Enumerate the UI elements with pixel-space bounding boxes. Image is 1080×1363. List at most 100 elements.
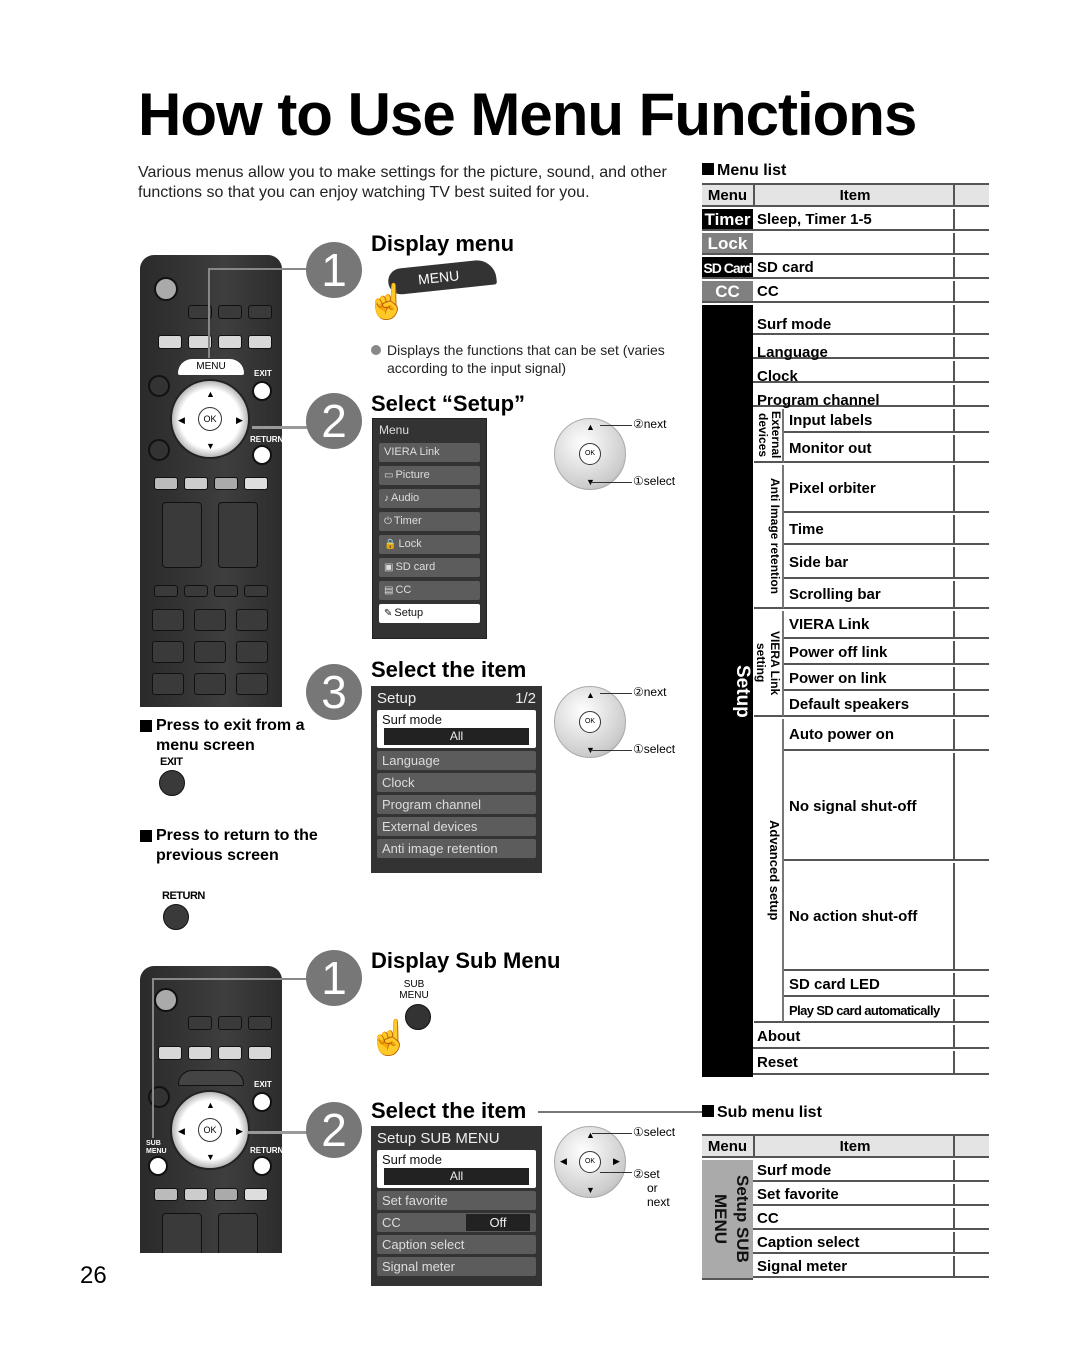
item-cell: Power off link xyxy=(789,644,888,661)
extra-cell xyxy=(953,257,989,277)
menu-osd-item-label: VIERA Link xyxy=(384,446,440,458)
remote-key xyxy=(184,477,208,490)
sub-menu-osd: Setup SUB MENU Surf mode All Set favorit… xyxy=(371,1126,542,1286)
extra-cell xyxy=(953,361,989,381)
setup-osd-item[interactable]: Program channel xyxy=(377,795,536,814)
item-cell: Power on link xyxy=(789,670,887,687)
remote-key xyxy=(244,585,268,597)
menu-osd-item[interactable]: ▭ Picture xyxy=(379,466,480,485)
hand-pointer-icon: ☝ xyxy=(366,283,409,321)
return-button-icon xyxy=(163,904,189,930)
group-label: VIERA Link setting xyxy=(754,611,784,717)
selected-item[interactable]: Surf mode All xyxy=(377,1150,536,1188)
square-bullet-icon xyxy=(702,1105,714,1117)
table-row: Menu Item xyxy=(702,185,989,207)
menu-name-cell: CC xyxy=(702,281,753,301)
setup-osd-item[interactable]: Clock xyxy=(377,773,536,792)
leader-line xyxy=(538,1111,704,1113)
setup-osd-item[interactable]: External devices xyxy=(377,817,536,836)
menu-name-cell: SD Card xyxy=(702,257,753,277)
menu-osd-item[interactable]: ⏻ Timer xyxy=(379,512,480,531)
menu-osd-item-label: Picture xyxy=(395,469,430,481)
sub-osd-item[interactable]: Caption select xyxy=(377,1235,536,1254)
item-cell: Time xyxy=(789,521,824,538)
bullet-icon xyxy=(371,345,381,355)
osd-title: Setup xyxy=(377,690,417,707)
selected-item[interactable]: Surf mode All xyxy=(377,710,536,748)
menu-name-cell: Timer xyxy=(702,209,753,229)
volume-key xyxy=(162,502,202,568)
selected-item-value[interactable]: All xyxy=(384,728,529,745)
table-row: Auto power on xyxy=(784,719,989,751)
return-key xyxy=(252,445,272,465)
remote-key xyxy=(214,477,238,490)
sub-osd-item-value: Off xyxy=(466,1214,530,1231)
sub-step-2-badge: 2 xyxy=(306,1102,362,1158)
item-cell: Auto power on xyxy=(789,726,894,743)
setup-osd-item[interactable]: Anti image retention xyxy=(377,839,536,858)
extra-cell xyxy=(953,1232,989,1252)
sub-menu-list-heading: Sub menu list xyxy=(702,1104,822,1122)
number-key xyxy=(152,609,184,631)
sub-osd-item-label: Caption select xyxy=(382,1237,465,1252)
next-note: ②next xyxy=(633,685,667,699)
return-note: Press to return to the previous screen xyxy=(140,826,320,866)
sub-step-1-badge: 1 xyxy=(306,950,362,1006)
menu-osd-item[interactable]: ✎ Setup xyxy=(379,604,480,623)
setup-icon: ✎ xyxy=(384,608,393,619)
extra-cell xyxy=(953,409,989,431)
set-or-next-note: ②set or next xyxy=(633,1167,670,1209)
menu-osd-item[interactable]: ▣ SD card xyxy=(379,558,480,577)
group-label: Anti Image retention xyxy=(754,465,784,609)
extra-cell xyxy=(953,667,989,689)
menu-osd-item[interactable]: ▤ CC xyxy=(379,581,480,600)
select-note: ①select xyxy=(633,742,676,756)
ok-key: OK xyxy=(579,1151,601,1173)
square-bullet-icon xyxy=(702,163,714,175)
cursor-wheel: OK ▲ ▼ xyxy=(554,418,626,490)
volume-key xyxy=(162,1213,202,1253)
number-key xyxy=(152,641,184,663)
cursor-wheel: OK ▲ ▼ xyxy=(554,686,626,758)
leader-line xyxy=(600,425,632,426)
page-title: How to Use Menu Functions xyxy=(138,81,917,148)
col-header-item: Item xyxy=(839,187,871,204)
item-cell: About xyxy=(757,1028,801,1045)
col-header-menu: Menu xyxy=(702,185,755,205)
ok-key: OK xyxy=(198,407,222,431)
item-cell: CC xyxy=(757,283,779,300)
menu-osd-item[interactable]: ♪ Audio xyxy=(379,489,480,508)
sub-osd-item[interactable]: CC Off xyxy=(377,1213,536,1232)
exit-button-icon xyxy=(159,770,185,796)
remote-key xyxy=(244,477,268,490)
menu-list-heading: Menu list xyxy=(702,162,786,180)
extra-cell xyxy=(953,1184,989,1204)
extra-cell xyxy=(953,863,989,969)
sub-osd-item[interactable]: Signal meter xyxy=(377,1257,536,1276)
sub-menu-key xyxy=(148,1156,168,1176)
table-row: No action shut-off xyxy=(784,863,989,971)
menu-osd-item-label: Timer xyxy=(393,515,422,527)
number-key xyxy=(236,641,268,663)
extra-cell xyxy=(953,1160,989,1180)
setup-osd-item[interactable]: Language xyxy=(377,751,536,770)
item-cell: Side bar xyxy=(789,554,849,571)
step-3-badge: 3 xyxy=(306,664,362,720)
exit-note: Press to exit from a menu screen xyxy=(140,716,320,756)
item-cell: Caption select xyxy=(757,1234,860,1251)
sub-menu-list-table: Menu Item Surf mode Set favorite CC Caption s… xyxy=(702,1134,989,1280)
menu-osd-item[interactable]: 🔒 Lock xyxy=(379,535,480,554)
extra-cell xyxy=(953,581,989,607)
menu-key: MENU xyxy=(178,359,244,375)
item-cell: CC xyxy=(757,1210,779,1227)
sub-osd-item[interactable]: Set favorite xyxy=(377,1191,536,1210)
step-2-badge: 2 xyxy=(306,393,362,449)
exit-label: EXIT xyxy=(254,369,272,378)
item-cell: SD card LED xyxy=(789,976,880,993)
menu-osd-item[interactable]: VIERA Link xyxy=(379,443,480,462)
extra-cell xyxy=(953,753,989,859)
step-1-badge: 1 xyxy=(306,242,362,298)
selected-item-value[interactable]: All xyxy=(384,1168,529,1185)
extra-cell xyxy=(953,1208,989,1228)
table-row: VIERA Link xyxy=(784,611,989,639)
